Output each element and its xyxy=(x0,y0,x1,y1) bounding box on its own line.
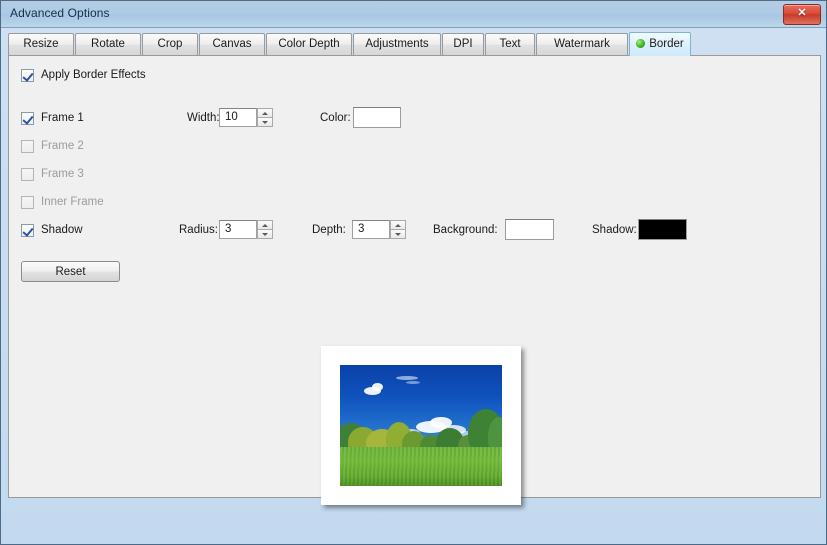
radius-stepper[interactable] xyxy=(257,220,273,239)
apply-border-effects-label: Apply Border Effects xyxy=(41,69,146,81)
width-label: Width: xyxy=(187,112,220,124)
background-label: Background: xyxy=(433,224,498,236)
tab-label: Border xyxy=(649,38,684,50)
inner-frame-checkbox[interactable] xyxy=(21,196,34,209)
photo-grass xyxy=(340,447,502,486)
cloud xyxy=(406,381,420,384)
title-bar: Advanced Options ✕ xyxy=(1,1,826,28)
radius-input[interactable]: 3 xyxy=(219,220,257,239)
preview-photo xyxy=(340,365,502,486)
cloud xyxy=(372,383,383,391)
tab-color-depth[interactable]: Color Depth xyxy=(266,33,352,55)
shadow-checkbox[interactable] xyxy=(21,224,34,237)
frame-3-checkbox[interactable] xyxy=(21,168,34,181)
tab-status-dot-icon xyxy=(636,39,646,48)
tab-label: Watermark xyxy=(554,38,610,50)
shadow-label: Shadow xyxy=(41,224,83,236)
tab-dpi[interactable]: DPI xyxy=(442,33,484,55)
tab-label: Crop xyxy=(157,38,183,50)
tab-strip: Resize Rotate Crop Canvas Color Depth Adjustm… xyxy=(8,32,821,56)
tab-resize[interactable]: Resize xyxy=(8,33,74,55)
frame-1-label: Frame 1 xyxy=(41,112,84,124)
tab-label: DPI xyxy=(453,38,473,50)
depth-input[interactable]: 3 xyxy=(352,220,390,239)
advanced-options-dialog: Advanced Options ✕ Resize Rotate Crop Canva… xyxy=(0,0,827,545)
tab-label: Adjustments xyxy=(365,38,429,50)
tab-crop[interactable]: Crop xyxy=(142,33,198,55)
tab-label: Rotate xyxy=(91,38,125,50)
tab-rotate[interactable]: Rotate xyxy=(75,33,141,55)
border-options-panel: Apply Border Effects Frame 1 Frame 2 Fra… xyxy=(8,55,821,508)
shadow-swatch[interactable] xyxy=(638,219,687,240)
border-preview xyxy=(321,346,524,508)
tab-canvas[interactable]: Canvas xyxy=(199,33,265,55)
width-stepper[interactable] xyxy=(257,108,273,127)
background-swatch[interactable] xyxy=(505,219,554,240)
tab-border[interactable]: Border xyxy=(629,32,691,56)
width-stepper-down[interactable] xyxy=(257,117,273,127)
radius-label: Radius: xyxy=(179,224,218,236)
tab-label: Canvas xyxy=(212,38,252,50)
frame-1-checkbox[interactable] xyxy=(21,112,34,125)
window-title: Advanced Options xyxy=(10,6,110,20)
frame-2-label: Frame 2 xyxy=(41,140,84,152)
cloud xyxy=(396,376,418,380)
preview-white-frame xyxy=(321,346,521,505)
frame-3-label: Frame 3 xyxy=(41,168,84,180)
depth-stepper[interactable] xyxy=(390,220,406,239)
tab-text[interactable]: Text xyxy=(485,33,535,55)
close-icon: ✕ xyxy=(797,7,807,19)
tab-label: Text xyxy=(499,38,521,50)
inner-frame-label: Inner Frame xyxy=(41,196,104,208)
tab-label: Color Depth xyxy=(278,38,340,50)
frame-2-checkbox[interactable] xyxy=(21,140,34,153)
apply-border-effects-checkbox[interactable] xyxy=(21,69,34,82)
footer-bar: Reset all Load Options from File Save Op… xyxy=(1,501,826,544)
radius-stepper-down[interactable] xyxy=(257,229,273,239)
close-button[interactable]: ✕ xyxy=(783,4,821,25)
color-label: Color: xyxy=(320,112,351,124)
tab-adjustments[interactable]: Adjustments xyxy=(353,33,441,55)
shadow-color-label: Shadow: xyxy=(592,224,637,236)
depth-stepper-down[interactable] xyxy=(390,229,406,239)
color-swatch[interactable] xyxy=(353,107,401,128)
depth-label: Depth: xyxy=(312,224,346,236)
tab-watermark[interactable]: Watermark xyxy=(536,33,628,55)
reset-button[interactable]: Reset xyxy=(21,261,120,282)
width-input[interactable]: 10 xyxy=(219,108,257,127)
tab-label: Resize xyxy=(23,38,59,50)
